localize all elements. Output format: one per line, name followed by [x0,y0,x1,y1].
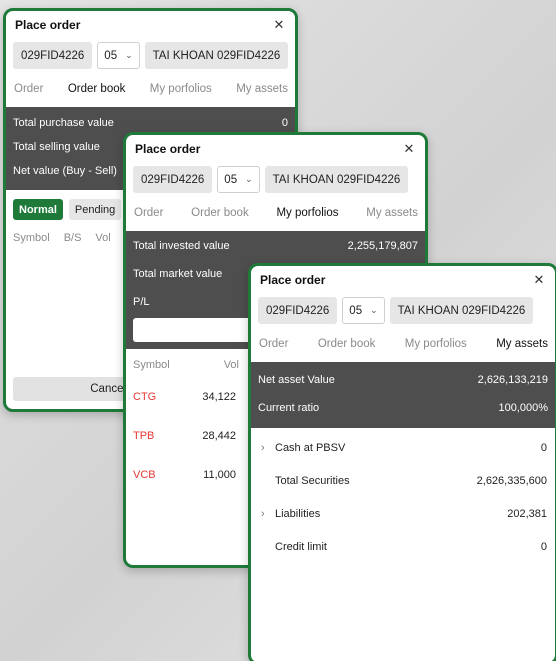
summary-value: 2,255,179,807 [347,240,418,252]
panel-header: Place order ✕ [126,135,425,163]
tab-my-porfolios[interactable]: My porfolios [405,338,467,350]
summary-row: Total invested value 2,255,179,807 [126,234,425,258]
close-icon[interactable]: ✕ [401,141,417,157]
column-header: Vol [223,359,239,371]
sub-account-value: 05 [224,173,238,186]
summary-row: Net asset Value 2,626,133,219 [251,366,555,394]
list-item-value: 0 [540,540,547,553]
summary-label: Total purchase value [13,117,114,129]
column-header: Symbol [13,232,50,244]
summary-row: Current ratio 100,000% [251,394,555,422]
summary-label: Net asset Value [258,374,335,386]
sub-account-select[interactable]: 05 ⌄ [97,42,140,69]
column-header: Vol [95,232,111,244]
summary-label: Current ratio [258,402,320,414]
panel-header: Place order ✕ [6,11,295,39]
summary-value: 2,626,133,219 [477,374,548,386]
list-item-label: Liabilities [275,507,321,520]
tab-bar: Order Order book My porfolios My assets [251,326,555,362]
list-item: Total Securities 2,626,335,600 [251,464,555,497]
list-item: Credit limit 0 [251,530,555,563]
list-item[interactable]: › Cash at PBSV 0 [251,431,555,464]
tab-my-assets[interactable]: My assets [236,83,288,95]
tab-my-assets[interactable]: My assets [366,207,418,219]
account-name-field: TAI KHOAN 029FID4226 [264,166,409,193]
account-row: 029FID4226 05 ⌄ TAI KHOAN 029FID4226 [126,163,425,195]
list-item-label: Credit limit [275,540,327,553]
tab-order[interactable]: Order [14,83,43,95]
vol-cell: 28,442 [202,429,236,442]
list-item-label-wrap: › Cash at PBSV [261,442,345,454]
panel-title: Place order [260,273,326,287]
list-item-value: 0 [540,441,547,454]
column-header: B/S [63,232,82,244]
tab-order[interactable]: Order [259,338,288,350]
list-item-value: 2,626,335,600 [476,474,547,487]
assets-panel: Place order ✕ 029FID4226 05 ⌄ TAI KHOAN … [248,263,556,661]
tab-bar: Order Order book My porfolios My assets [126,195,425,231]
summary-label: Net value (Buy - Sell) [13,165,117,177]
account-id-field[interactable]: 029FID4226 [13,42,93,69]
tab-my-porfolios[interactable]: My porfolios [150,83,212,95]
assets-list: › Cash at PBSV 0 Total Securities 2,626,… [251,428,555,563]
chevron-right-icon[interactable]: › [261,442,269,454]
account-row: 029FID4226 05 ⌄ TAI KHOAN 029FID4226 [251,294,555,326]
tab-order[interactable]: Order [134,207,163,219]
summary-value: 100,000% [498,402,548,414]
chevron-down-icon: ⌄ [370,305,378,315]
tab-order-book[interactable]: Order book [68,83,126,95]
chevron-right-icon[interactable]: › [261,508,269,520]
panel-title: Place order [135,142,201,156]
list-item-label-wrap: Total Securities [261,475,350,487]
vol-cell: 11,000 [203,468,236,481]
summary-label: P/L [133,296,150,308]
chevron-down-icon: ⌄ [245,174,253,184]
holdings-table-header: Symbol Vol [126,349,246,377]
tab-bar: Order Order book My porfolios My assets [6,71,295,107]
symbol-cell: VCB [133,468,156,481]
account-id-field[interactable]: 029FID4226 [258,297,338,324]
list-item-label-wrap: Credit limit [261,541,327,553]
column-header: Symbol [133,359,170,371]
summary-label: Total invested value [133,240,230,252]
pending-toggle-button[interactable]: Pending [68,199,122,220]
tab-order-book[interactable]: Order book [318,338,376,350]
summary-label: Total market value [133,268,223,280]
normal-toggle-button[interactable]: Normal [13,199,63,220]
sub-account-select[interactable]: 05 ⌄ [217,166,260,193]
panel-header: Place order ✕ [251,266,555,294]
account-id-field[interactable]: 029FID4226 [133,166,213,193]
account-row: 029FID4226 05 ⌄ TAI KHOAN 029FID4226 [6,39,295,71]
summary-label: Total selling value [13,141,100,153]
symbol-cell: TPB [133,429,155,442]
close-icon[interactable]: ✕ [271,17,287,33]
list-item-value: 202,381 [507,507,547,520]
symbol-cell: CTG [133,390,157,403]
account-name-field: TAI KHOAN 029FID4226 [389,297,534,324]
sub-account-value: 05 [104,49,118,62]
assets-summary: Net asset Value 2,626,133,219 Current ra… [251,362,555,428]
chevron-down-icon: ⌄ [125,50,133,60]
tab-my-porfolios[interactable]: My porfolios [276,207,338,219]
close-icon[interactable]: ✕ [531,272,547,288]
tab-order-book[interactable]: Order book [191,207,249,219]
list-item-label: Total Securities [275,474,350,487]
list-item-label: Cash at PBSV [275,441,346,454]
vol-cell: 34,122 [202,390,236,403]
account-name-field: TAI KHOAN 029FID4226 [144,42,289,69]
list-item-label-wrap: › Liabilities [261,508,320,520]
panel-title: Place order [15,18,81,32]
sub-account-select[interactable]: 05 ⌄ [342,297,385,324]
summary-value: 0 [281,117,288,129]
tab-my-assets[interactable]: My assets [496,338,548,350]
sub-account-value: 05 [349,304,363,317]
list-item[interactable]: › Liabilities 202,381 [251,497,555,530]
